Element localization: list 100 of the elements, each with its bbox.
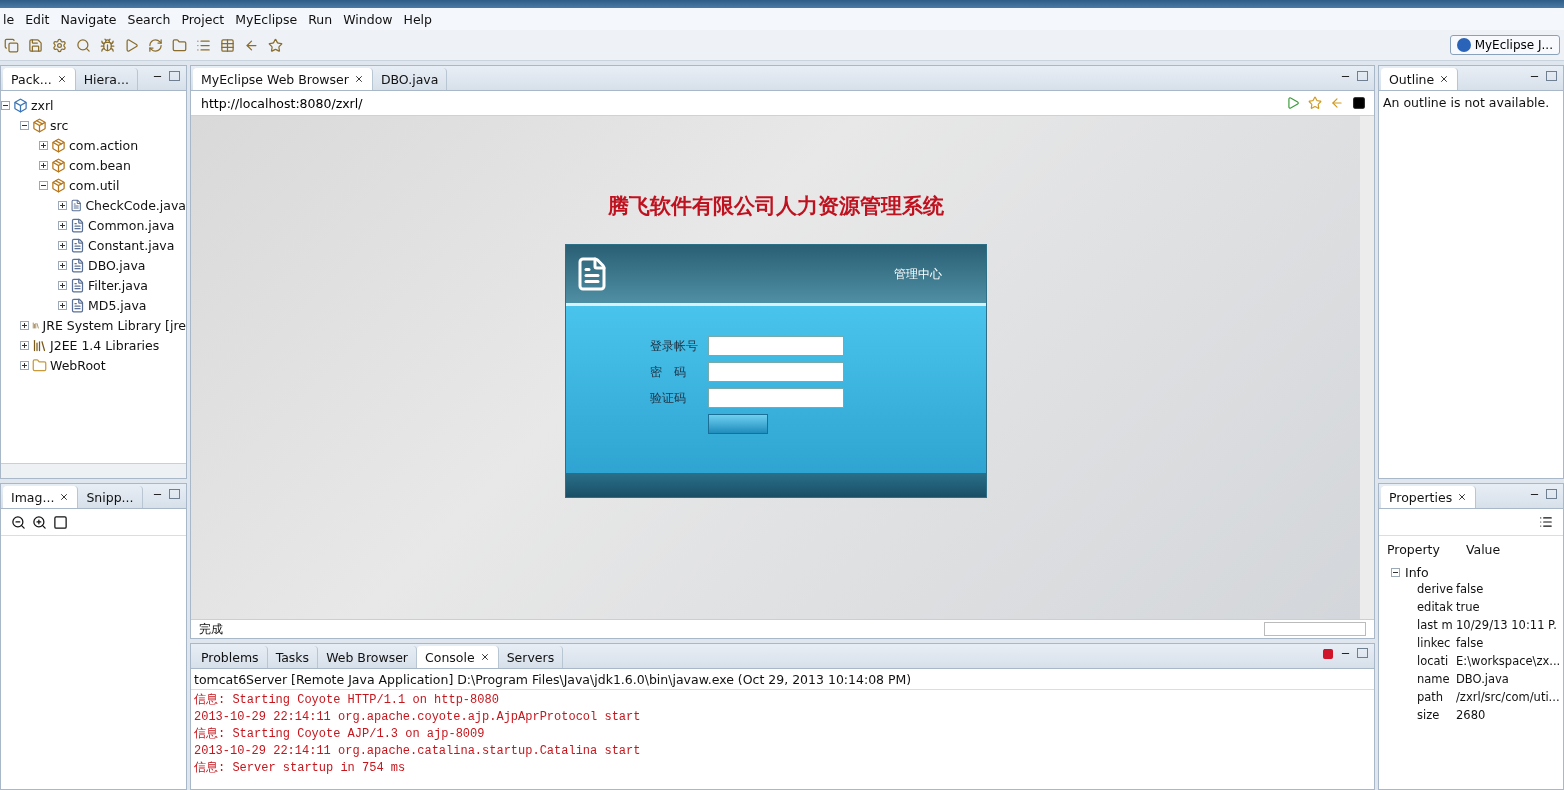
collapse-toggle[interactable] (20, 120, 29, 130)
tree-item[interactable]: com.bean (69, 157, 131, 173)
perspective-button[interactable]: MyEclipse J... (1449, 35, 1560, 55)
star-icon[interactable] (1308, 96, 1322, 110)
tree-item[interactable]: com.action (69, 137, 139, 153)
expand-toggle[interactable] (58, 220, 67, 230)
toolbar-icon[interactable] (100, 37, 115, 53)
menu-item[interactable]: Edit (25, 11, 58, 27)
close-icon[interactable] (479, 652, 490, 662)
expand-toggle[interactable] (58, 300, 67, 310)
expand-toggle[interactable] (20, 340, 29, 350)
menu-item[interactable]: Run (308, 11, 341, 27)
url-field[interactable]: http://localhost:8080/zxrl/ (199, 94, 1278, 112)
categories-icon[interactable] (1539, 515, 1553, 529)
panel-tab[interactable]: Hiera... (75, 68, 138, 90)
collapse-toggle[interactable] (1391, 568, 1400, 577)
menu-item[interactable]: MyEclipse (235, 11, 306, 27)
scrollbar[interactable] (1, 463, 186, 478)
tree-item[interactable]: J2EE 1.4 Libraries (50, 337, 160, 353)
tree-item[interactable]: src (50, 117, 69, 133)
close-icon[interactable] (1457, 492, 1468, 502)
maximize-icon[interactable] (1357, 648, 1368, 658)
menu-item[interactable]: Window (343, 11, 401, 27)
input-field[interactable] (707, 336, 844, 356)
toolbar-icon[interactable] (52, 37, 67, 53)
expand-toggle[interactable] (39, 160, 48, 170)
panel-tab[interactable]: MyEclipse Web Browser (193, 68, 373, 90)
package-icon (32, 117, 47, 133)
toolbar-icon[interactable] (196, 37, 211, 53)
login-button[interactable] (707, 414, 768, 434)
toolbar-icon[interactable] (268, 37, 283, 53)
toolbar-icon[interactable] (220, 37, 235, 53)
property-name: last m (1417, 618, 1453, 632)
panel-tab[interactable]: Servers (498, 646, 564, 668)
expand-toggle[interactable] (20, 360, 29, 370)
expand-toggle[interactable] (58, 240, 67, 250)
tree-item[interactable]: MD5.java (88, 297, 147, 313)
package-icon (51, 137, 66, 153)
menu-item[interactable]: Search (127, 11, 179, 27)
maximize-icon[interactable] (1546, 488, 1557, 499)
tree-item[interactable]: com.util (69, 177, 120, 193)
fit-icon[interactable] (53, 514, 68, 530)
tree-item[interactable]: Constant.java (88, 237, 175, 253)
zoom-out-icon[interactable] (11, 514, 26, 530)
maximize-icon[interactable] (1546, 70, 1557, 81)
menu-item[interactable]: Help (403, 11, 440, 27)
maximize-icon[interactable] (1357, 70, 1368, 81)
toolbar-icon[interactable] (124, 37, 139, 53)
expand-toggle[interactable] (39, 140, 48, 150)
console-header: tomcat6Server [Remote Java Application] D:\Program Files\Java\jdk1.6.0\bin\javaw.exe (Oct 29, 2013 10:14:08 PM) (191, 669, 1374, 690)
toolbar-icon[interactable] (148, 37, 163, 53)
expand-toggle[interactable] (20, 320, 29, 330)
column-header: Value (1465, 542, 1501, 557)
panel-tab[interactable]: Tasks (267, 646, 319, 668)
panel-tab[interactable]: Imag... (3, 486, 79, 508)
tree-item[interactable]: Common.java (88, 217, 175, 233)
close-icon[interactable] (1439, 74, 1450, 84)
expand-toggle[interactable] (58, 200, 67, 210)
collapse-toggle[interactable] (1, 100, 10, 110)
input-field[interactable] (707, 388, 844, 408)
expand-toggle[interactable] (58, 280, 67, 290)
go-icon[interactable] (1286, 96, 1300, 110)
maximize-icon[interactable] (169, 488, 180, 499)
tree-item[interactable]: zxrl (31, 97, 54, 113)
java-file-icon (70, 297, 85, 313)
zoom-in-icon[interactable] (32, 514, 47, 530)
menu-item[interactable]: le (3, 11, 23, 27)
panel-tab[interactable]: Outline (1381, 68, 1459, 90)
panel-tab[interactable]: Snipp... (78, 486, 143, 508)
toolbar-icon[interactable] (4, 37, 19, 53)
expand-toggle[interactable] (58, 260, 67, 270)
tree-item[interactable]: WebRoot (50, 357, 106, 373)
close-icon[interactable] (59, 492, 70, 502)
panel-tab[interactable]: Pack... (3, 68, 76, 90)
maximize-icon[interactable] (169, 70, 180, 81)
panel-tab[interactable]: Console (417, 646, 499, 668)
close-icon[interactable] (56, 74, 67, 84)
page-title: 腾飞软件有限公司人力资源管理系统 (607, 192, 944, 220)
group-label: Info (1405, 565, 1429, 580)
menu-item[interactable]: Navigate (60, 11, 125, 27)
toolbar-icon[interactable] (76, 37, 91, 53)
menu-item[interactable]: Project (181, 11, 233, 27)
panel-tab[interactable]: Problems (193, 646, 268, 668)
tree-item[interactable]: DBO.java (88, 257, 146, 273)
tree-item[interactable]: CheckCode.java (85, 197, 186, 213)
panel-tab[interactable]: Properties (1381, 486, 1477, 508)
panel-tab[interactable]: DBO.java (372, 68, 448, 90)
close-icon[interactable] (353, 74, 364, 84)
tree-item[interactable]: Filter.java (88, 277, 148, 293)
field-label: 验证码 (649, 389, 687, 407)
stop-icon[interactable] (1352, 96, 1366, 110)
column-header: Property (1387, 542, 1440, 557)
property-value: false (1456, 582, 1485, 596)
toolbar-icon[interactable] (28, 37, 43, 53)
toolbar-icon[interactable] (172, 37, 187, 53)
terminate-icon[interactable] (1322, 648, 1334, 660)
toolbar-icon[interactable] (244, 37, 259, 53)
collapse-toggle[interactable] (39, 180, 48, 190)
tree-item[interactable]: JRE System Library [jre (42, 317, 186, 333)
input-field[interactable] (707, 362, 844, 382)
